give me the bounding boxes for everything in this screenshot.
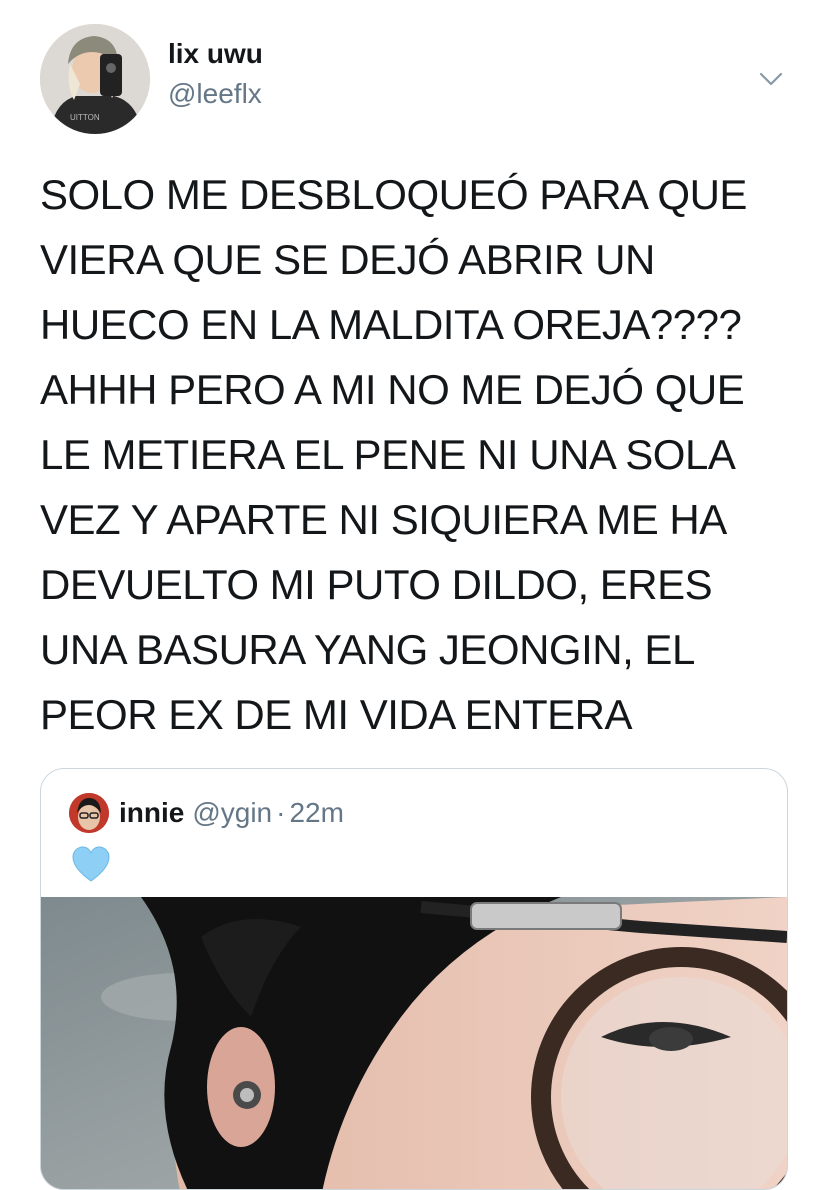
svg-text:UITTON: UITTON (70, 113, 100, 122)
quoted-display-name[interactable]: innie (119, 797, 184, 829)
author-avatar[interactable]: UITTON (40, 24, 150, 134)
quoted-separator: · (276, 797, 286, 828)
quoted-timestamp[interactable]: 22m (289, 797, 343, 829)
tweet-text: SOLO ME DESBLOQUEÓ PARA QUE VIERA QUE SE… (40, 171, 747, 738)
quoted-media-image[interactable] (41, 897, 787, 1189)
blue-heart-icon (71, 845, 111, 885)
author-display-name[interactable]: lix uwu (168, 36, 263, 72)
author-handle[interactable]: @leeflx (168, 76, 263, 112)
tweet-header: UITTON lix uwu @leeflx (40, 24, 800, 136)
quoted-author-avatar[interactable] (69, 793, 109, 833)
chevron-down-icon[interactable] (756, 64, 786, 94)
quoted-handle[interactable]: @ygin (192, 797, 272, 829)
quoted-tweet-header: innie @ygin · 22m (69, 793, 344, 833)
quoted-tweet-card[interactable]: innie @ygin · 22m (40, 768, 788, 1190)
